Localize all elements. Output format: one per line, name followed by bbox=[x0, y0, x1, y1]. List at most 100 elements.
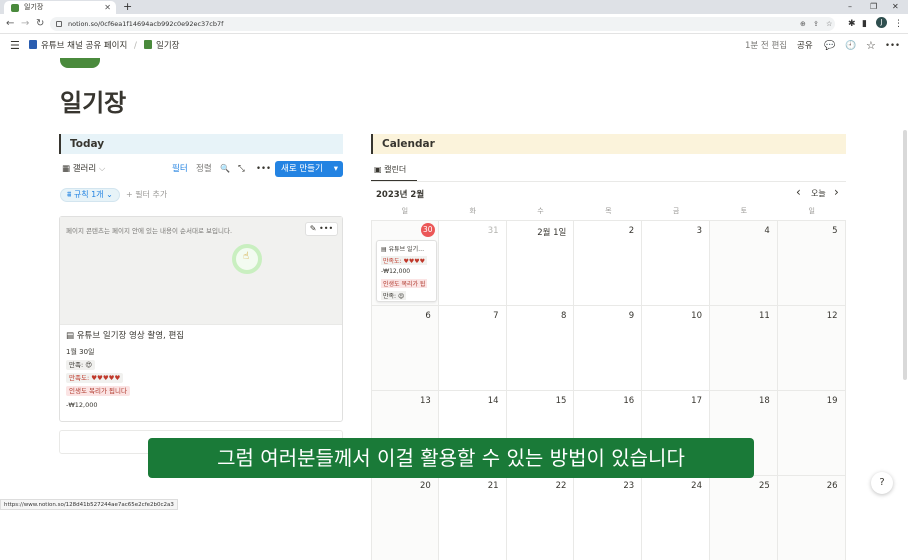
chrome-menu-icon[interactable]: ⋮ bbox=[894, 17, 903, 31]
calendar-day-cell[interactable]: 8 bbox=[506, 305, 575, 390]
card-more-icon[interactable]: ••• bbox=[319, 224, 333, 233]
weekday-label: 목 bbox=[605, 207, 612, 215]
calendar-day-cell[interactable]: 9 bbox=[574, 305, 643, 390]
expand-icon[interactable]: ⤡ bbox=[238, 162, 245, 176]
calendar-day-cell[interactable]: 7 bbox=[438, 305, 507, 390]
day-number: 10 bbox=[691, 311, 702, 321]
window-close-icon[interactable]: ✕ bbox=[892, 0, 899, 13]
day-number: 2 bbox=[628, 226, 635, 236]
day-number: 12 bbox=[826, 311, 838, 321]
weekday-label: 일 bbox=[401, 207, 409, 215]
favorite-star-icon[interactable]: ☆ bbox=[866, 34, 876, 58]
forward-icon[interactable]: → bbox=[21, 17, 29, 31]
calendar-view-label: 캘린더 bbox=[384, 165, 407, 174]
calendar-day-cell[interactable]: 2 bbox=[574, 220, 643, 305]
window-minimize-icon[interactable]: – bbox=[848, 0, 852, 13]
new-button-label: 새로 만들기 bbox=[281, 164, 323, 174]
event-tag: 인생도 복리가 됩 bbox=[381, 279, 428, 288]
gallery-icon: ▦ bbox=[62, 164, 71, 174]
help-button[interactable]: ? bbox=[871, 472, 893, 494]
breadcrumb-item-channel[interactable]: 유튜브 채널 공유 페이지 bbox=[29, 34, 127, 58]
chevron-down-icon: ⌵ bbox=[98, 164, 106, 174]
calendar-day-cell[interactable]: 3 bbox=[642, 220, 710, 305]
sidepanel-icon[interactable]: ▮ bbox=[862, 17, 867, 31]
divider bbox=[371, 181, 846, 182]
calendar-day-cell[interactable]: 5 bbox=[777, 220, 846, 305]
rule-chip-label: 규칙 1개 bbox=[73, 190, 104, 199]
zoom-icon[interactable]: ⊕ bbox=[800, 17, 806, 31]
calendar-day-cell[interactable]: 2월 1일 bbox=[506, 220, 575, 305]
chevron-down-icon[interactable]: ▾ bbox=[334, 161, 338, 177]
view-more-icon[interactable]: ••• bbox=[256, 162, 271, 176]
calendar-day-cell[interactable]: 21 bbox=[438, 475, 507, 560]
edited-time: 1분 전 편집 bbox=[745, 41, 788, 51]
more-options-icon[interactable]: ••• bbox=[885, 34, 900, 58]
back-icon[interactable]: ← bbox=[6, 17, 14, 31]
weekday-label: 일 bbox=[808, 207, 815, 215]
share-button[interactable]: 공유 bbox=[797, 34, 813, 58]
search-icon[interactable]: 🔍 bbox=[220, 162, 230, 176]
gallery-view-label: 갤러리 bbox=[72, 164, 97, 174]
next-month-icon[interactable]: › bbox=[834, 185, 839, 199]
gallery-card[interactable]: 페이지 콘텐츠는 페이지 안에 있는 내용이 순서대로 보입니다. ✎ ••• … bbox=[59, 216, 343, 422]
rating-tag: 만족도: ♥♥♥♥♥ bbox=[66, 373, 124, 383]
breadcrumb-label: 유튜브 채널 공유 페이지 bbox=[41, 41, 128, 51]
calendar-day-cell[interactable]: 11 bbox=[710, 305, 778, 390]
sort-button[interactable]: 정렬 bbox=[196, 162, 212, 176]
calendar-day-cell[interactable]: 31 bbox=[438, 220, 507, 305]
today-date-badge: 30 bbox=[420, 223, 435, 237]
status-url: https://www.notion.so/128d41b527244ae7ac… bbox=[0, 499, 178, 510]
browser-tab[interactable]: 일기장 ✕ bbox=[4, 1, 116, 14]
gallery-view-tab[interactable]: ▦ 갤러리 ⌵ bbox=[62, 162, 105, 176]
calendar-day-cell[interactable]: 25 bbox=[710, 475, 778, 560]
edit-icon[interactable]: ✎ bbox=[310, 224, 317, 233]
day-number: 18 bbox=[758, 396, 770, 406]
today-button[interactable]: 오늘 bbox=[811, 188, 826, 199]
reload-icon[interactable]: ↻ bbox=[36, 17, 44, 31]
event-title-text: 유튜브 일기… bbox=[388, 246, 425, 253]
day-number: 15 bbox=[555, 396, 567, 406]
calendar-day-cell[interactable]: 24 bbox=[642, 475, 710, 560]
breadcrumb-item-diary[interactable]: 일기장 bbox=[144, 34, 179, 58]
calendar-day-cell[interactable]: 19 bbox=[777, 390, 846, 475]
calendar-day-cell[interactable]: 10 bbox=[642, 305, 710, 390]
prev-month-icon[interactable]: ‹ bbox=[796, 185, 801, 199]
day-number: 16 bbox=[623, 396, 635, 406]
filter-button[interactable]: 필터 bbox=[172, 162, 188, 176]
rule-filter-chip[interactable]: ⩩ 규칙 1개 ⌄ bbox=[60, 188, 120, 202]
window-maximize-icon[interactable]: ❐ bbox=[870, 0, 877, 13]
day-number: 24 bbox=[691, 481, 702, 491]
bookmark-star-icon[interactable]: ☆ bbox=[826, 17, 832, 31]
browser-tab-bar: 일기장 ✕ + – ❐ ✕ bbox=[0, 0, 908, 14]
calendar-view-tab[interactable]: ▣ 캘린더 bbox=[374, 164, 406, 176]
day-number: 19 bbox=[826, 396, 838, 406]
breadcrumb-separator: / bbox=[134, 41, 137, 51]
calendar-event-card[interactable]: ▤ 유튜브 일기… 만족도: ♥♥♥♥ -₩12,000 인생도 복리가 됩 만족: 😍 bbox=[376, 240, 437, 302]
calendar-day-cell[interactable]: 6 bbox=[371, 305, 439, 390]
scrollbar[interactable] bbox=[903, 130, 907, 380]
day-number: 3 bbox=[696, 226, 702, 236]
calendar-day-cell[interactable]: 12 bbox=[777, 305, 846, 390]
tab-close-icon[interactable]: ✕ bbox=[104, 1, 111, 14]
new-tab-button[interactable]: + bbox=[123, 0, 132, 13]
day-number: 4 bbox=[764, 226, 770, 236]
extensions-puzzle-icon[interactable]: ✱ bbox=[848, 17, 856, 31]
add-filter-button[interactable]: + 필터 추가 bbox=[126, 188, 167, 202]
url-field[interactable]: notion.so/0cf6ea1f14694acb992c0e92ec37cb… bbox=[50, 17, 835, 31]
weekday-label: 금 bbox=[672, 207, 680, 215]
menu-icon[interactable]: ☰ bbox=[10, 34, 20, 58]
tab-title: 일기장 bbox=[24, 3, 44, 11]
new-button[interactable]: 새로 만들기 ▾ bbox=[275, 161, 343, 177]
calendar-day-cell[interactable]: 4 bbox=[710, 220, 778, 305]
comment-icon[interactable]: 💬 bbox=[824, 34, 835, 58]
profile-avatar[interactable]: J bbox=[876, 17, 887, 28]
day-number: 11 bbox=[758, 311, 770, 321]
calendar-day-cell[interactable]: 20 bbox=[371, 475, 439, 560]
calendar-day-cell[interactable]: 23 bbox=[574, 475, 643, 560]
calendar-day-cell[interactable]: 30 ▤ 유튜브 일기… 만족도: ♥♥♥♥ -₩12,000 인생도 복리가 됩 만족:… bbox=[371, 220, 439, 305]
calendar-day-cell[interactable]: 22 bbox=[506, 475, 575, 560]
history-icon[interactable]: 🕘 bbox=[845, 34, 856, 58]
card-title: 유튜브 일기장 영상 촬영, 편집 bbox=[76, 331, 185, 341]
calendar-day-cell[interactable]: 26 bbox=[777, 475, 846, 560]
share-icon[interactable]: ⇪ bbox=[813, 17, 819, 31]
